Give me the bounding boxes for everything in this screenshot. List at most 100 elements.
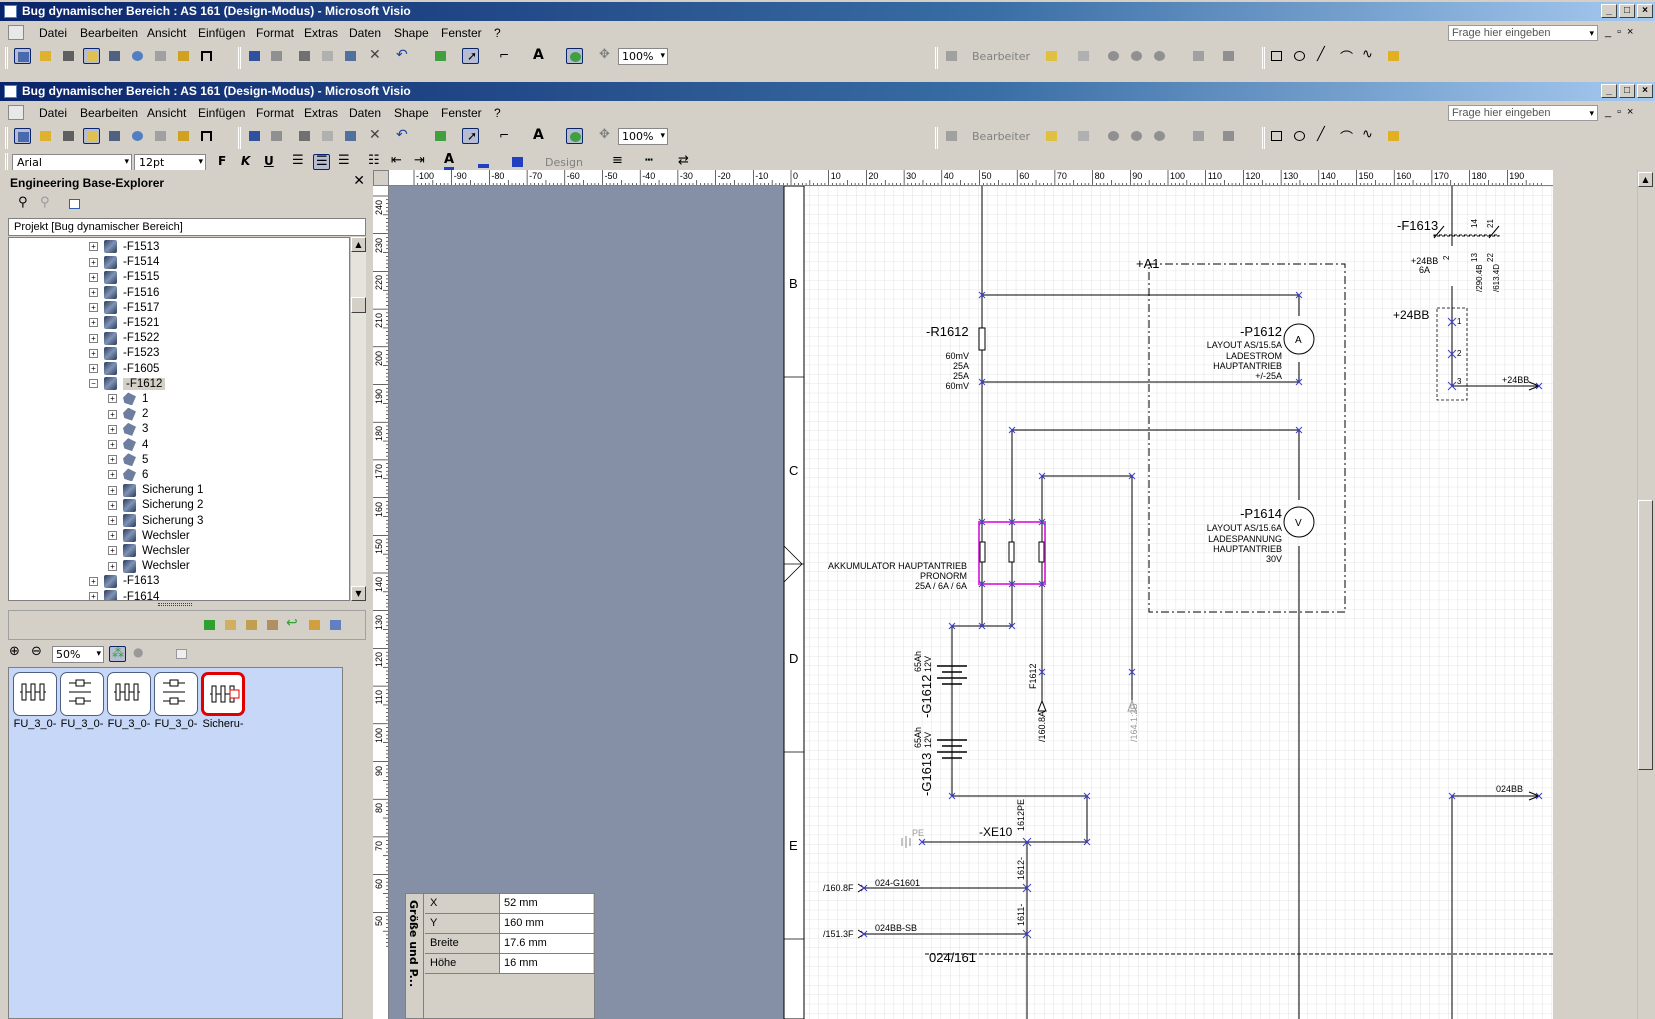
back-arrow-icon[interactable]: ↩ [285,615,302,633]
menu-bearbeiten[interactable]: Bearbeiten [80,106,138,120]
tree-node-device[interactable]: + -F1516 [89,285,159,301]
tree-node-child[interactable]: +2 [108,406,148,422]
expand-icon[interactable]: + [108,470,117,480]
snap-button[interactable] [566,128,583,144]
size-value-x[interactable]: 52 mm [499,894,593,913]
freeform-tool-button[interactable]: ∿ [1360,47,1377,64]
zoom-select[interactable]: 100% [618,128,668,145]
gear-button-2[interactable] [1128,48,1145,64]
font-size-select[interactable]: 12pt [134,154,206,171]
font-select[interactable]: Arial [12,154,132,171]
visio-app-icon[interactable] [4,5,17,18]
gear-button-2[interactable] [1128,128,1145,144]
canvas-scroll-thumb[interactable] [1638,500,1653,770]
stencil-shape[interactable] [60,672,104,716]
editor-dropdown[interactable]: Bearbeiter [972,130,1030,143]
menu-format[interactable]: Format [256,26,294,40]
tree-node-device[interactable]: + -F1522 [89,330,159,346]
tree-node-device[interactable]: + -F1513 [89,239,159,255]
line-tool-button[interactable]: ╱ [1314,47,1331,64]
align-center-button[interactable]: ☰ [313,154,330,170]
stencil-zoom-in-icon[interactable]: ⊕ [8,644,25,662]
stencil-shape[interactable] [107,672,151,716]
print-button[interactable] [268,48,285,64]
font-color-button[interactable]: A [441,153,458,170]
expand-icon[interactable]: + [108,455,117,465]
expand-icon[interactable]: + [108,485,117,495]
menu-ansicht[interactable]: Ansicht [147,26,186,40]
menu-fenster[interactable]: Fenster [441,106,482,120]
tree-node-device[interactable]: + -F1614 [89,589,159,600]
menu-daten[interactable]: Daten [349,106,381,120]
expand-icon[interactable]: + [89,303,98,313]
layers-button[interactable] [175,48,192,64]
green-action-icon[interactable] [201,617,218,633]
note-button[interactable] [1190,128,1207,144]
rectangle-tool-button[interactable] [1268,48,1285,64]
stencil-grid-icon[interactable]: ⁂ [109,646,126,662]
text-tool-button[interactable]: A [530,47,547,64]
print-icon-button[interactable] [296,48,313,64]
pointer-tool-button[interactable]: ➚ [462,128,479,144]
document-icon[interactable] [8,25,24,40]
menu-daten[interactable]: Daten [349,26,381,40]
cut-button[interactable]: ✕ [366,127,383,144]
menu-shape[interactable]: Shape [394,106,429,120]
gear-button-3[interactable] [1151,128,1168,144]
stencil-shape[interactable] [13,672,57,716]
explorer-toggle-button[interactable] [14,48,31,64]
collapse-icon[interactable]: − [89,379,98,389]
ellipse-tool-button[interactable] [1291,128,1308,144]
line-color-button[interactable] [475,154,492,170]
stencil-zoom-out-icon[interactable]: ⊖ [30,644,47,662]
tree-node-child[interactable]: +4 [108,437,148,453]
scroll-up-icon[interactable]: ▲ [351,237,366,252]
brush-button[interactable] [1075,128,1092,144]
fill-color-button[interactable] [509,154,526,170]
folder-button[interactable] [1043,48,1060,64]
menu-shape[interactable]: Shape [394,26,429,40]
spell-button[interactable] [342,48,359,64]
tree-button[interactable] [60,128,77,144]
pan-button[interactable]: ✥ [596,127,613,144]
open-button[interactable] [37,128,54,144]
expand-icon[interactable]: + [108,561,117,571]
bracket-button[interactable] [198,128,215,144]
size-value-width[interactable]: 17.6 mm [499,934,593,953]
outer-title-bar[interactable]: Bug dynamischer Bereich : AS 161 (Design… [0,2,1655,21]
menu-datei[interactable]: Datei [39,106,67,120]
inner-title-bar[interactable]: Bug dynamischer Bereich : AS 161 (Design… [0,82,1655,101]
explorer-search-disabled-icon[interactable]: ⚲ [38,195,55,212]
snap-button[interactable] [566,48,583,64]
save-button[interactable] [246,48,263,64]
freeform-tool-button[interactable]: ∿ [1360,127,1377,144]
edit-icon-button[interactable] [943,48,960,64]
canvas-scroll-up-icon[interactable]: ▲ [1638,172,1653,187]
project-header[interactable]: Projekt [Bug dynamischer Bereich] [8,218,366,236]
explorer-view-icon[interactable] [66,196,83,212]
tree-node-device[interactable]: + -F1521 [89,315,159,331]
table-button[interactable] [1220,128,1237,144]
gear-button-1[interactable] [1105,48,1122,64]
size-value-height[interactable]: 16 mm [499,954,593,973]
tree-node-child[interactable]: +3 [108,421,148,437]
tree-node-device[interactable]: + -F1517 [89,300,159,316]
pencil-tool-button[interactable] [1385,128,1402,144]
tree-node-child[interactable]: + Sicherung 3 [108,513,203,529]
connect-button[interactable] [106,128,123,144]
preview-button[interactable] [152,128,169,144]
explorer-close-icon[interactable]: ✕ [353,173,365,189]
stencil-shape[interactable] [154,672,198,716]
rectangle-tool-button[interactable] [1268,128,1285,144]
size-window-titlebar[interactable]: Größe und P... [406,894,424,1018]
spell-button[interactable] [342,128,359,144]
connector-tool-button[interactable]: ⌐ [496,48,513,64]
arc-tool-button[interactable]: ⌒ [1337,48,1354,66]
close-button[interactable]: × [1637,4,1653,18]
design-button[interactable]: Design [545,156,583,169]
canvas-vertical-scrollbar[interactable]: ▲ [1637,170,1653,1019]
expand-icon[interactable]: + [108,546,117,556]
expand-icon[interactable]: + [108,516,117,526]
zoom-select[interactable]: 100% [618,48,668,65]
expand-icon[interactable]: + [89,348,98,358]
